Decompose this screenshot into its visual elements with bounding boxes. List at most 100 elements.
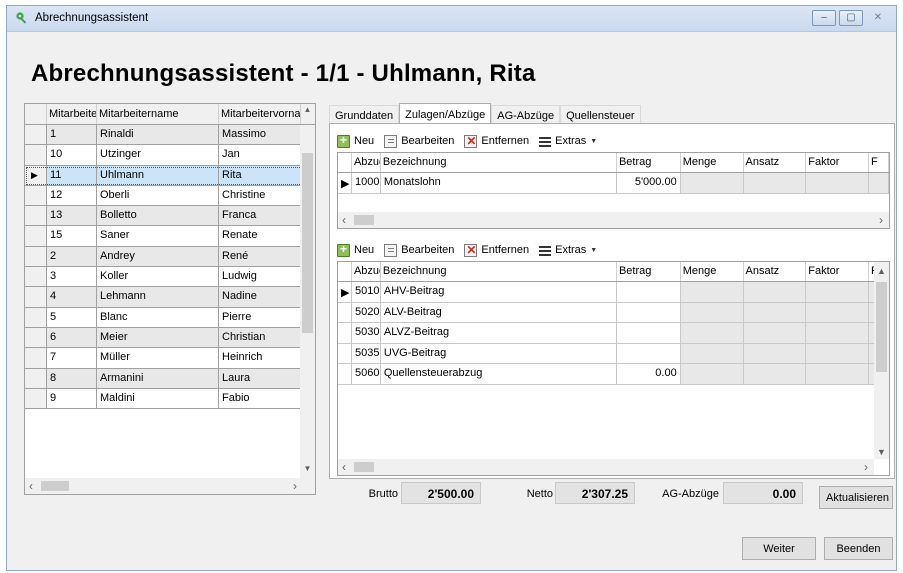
close-button[interactable]: ✕ [866, 10, 890, 26]
edit-button[interactable]: Bearbeiten [384, 243, 455, 257]
brutto-label: Brutto [368, 488, 398, 500]
tab-grunddaten[interactable]: Grunddaten [329, 105, 400, 123]
abzuege-horizontal-scrollbar[interactable]: ‹ › [338, 459, 874, 475]
employee-grid[interactable]: Mitarbeiten Mitarbeitername Mitarbeiterv… [24, 103, 316, 495]
column-header-vorname[interactable]: Mitarbeitervornam [219, 104, 301, 124]
cell-bezeichnung: Monatslohn [381, 173, 617, 193]
table-row[interactable]: 5060 Quellensteuerabzug 0.00 [338, 364, 889, 385]
table-row[interactable]: 5035 UVG-Beitrag [338, 343, 889, 364]
table-row[interactable]: ▶ 5010 AHV-Beitrag [338, 282, 889, 303]
scroll-up-icon[interactable]: ▲ [877, 266, 886, 276]
next-button[interactable]: Weiter [742, 537, 816, 560]
cell-menge [680, 323, 744, 343]
column-header[interactable]: Menge [681, 153, 744, 172]
scroll-thumb[interactable] [354, 215, 374, 225]
table-row[interactable]: 5030 ALVZ-Beitrag [338, 323, 889, 344]
column-header[interactable]: Betrag [617, 262, 681, 281]
cell-vorname: Jan [222, 148, 240, 161]
dropdown-caret-icon: ▼ [590, 246, 598, 254]
column-header[interactable]: F [869, 153, 889, 172]
cell-betrag[interactable]: 0.00 [617, 364, 681, 384]
table-row[interactable]: 1 Rinaldi Massimo [25, 125, 315, 146]
menu-icon [539, 135, 552, 148]
cell-betrag[interactable] [617, 302, 681, 322]
cell-nr: 7 [47, 348, 97, 368]
scroll-down-icon[interactable]: ▼ [300, 464, 315, 478]
tab-zulagen-abzuege[interactable]: Zulagen/Abzüge [399, 103, 492, 123]
cell-betrag[interactable] [617, 282, 681, 302]
table-row[interactable]: 4 Lehmann Nadine [25, 287, 315, 308]
table-row[interactable]: 7 Müller Heinrich [25, 348, 315, 369]
edit-label: Bearbeiten [401, 244, 455, 256]
table-row[interactable]: 10 Utzinger Jan [25, 145, 315, 166]
scroll-right-icon[interactable]: › [864, 460, 868, 474]
column-header[interactable]: Faktor [806, 153, 870, 172]
table-row[interactable]: 15 Saner Renate [25, 226, 315, 247]
cell-ansatz [743, 364, 807, 384]
tab-quellensteuer[interactable]: Quellensteuer [560, 105, 641, 123]
table-row[interactable]: 12 Oberli Christine [25, 185, 315, 207]
extras-menu[interactable]: Extras ▼ [539, 244, 597, 257]
cell-bezeichnung: UVG-Beitrag [381, 343, 617, 363]
employee-horizontal-scrollbar[interactable]: ‹ › [25, 478, 315, 494]
edit-button[interactable]: Bearbeiten [384, 134, 454, 148]
column-header-nr[interactable]: Mitarbeiten [47, 104, 97, 124]
cell-betrag[interactable]: 5'000.00 [617, 173, 681, 193]
table-row[interactable]: 2 Andrey René [25, 246, 315, 268]
new-button[interactable]: Neu [337, 242, 374, 257]
table-row[interactable]: 5 Blanc Pierre [25, 307, 315, 328]
row-indicator [25, 267, 47, 287]
scroll-right-icon[interactable]: › [293, 479, 297, 493]
column-header[interactable]: Ansatz [744, 153, 807, 172]
maximize-button[interactable]: ▢ [839, 10, 863, 26]
tab-ag-abzuege[interactable]: AG-Abzüge [491, 105, 561, 123]
column-header[interactable]: Ansatz [744, 262, 807, 281]
table-row[interactable]: ▶ 11 Uhlmann Rita [25, 165, 315, 186]
finish-button[interactable]: Beenden [824, 537, 893, 560]
abzuege-vertical-scrollbar[interactable]: ▲ ▼ [874, 262, 889, 459]
column-header[interactable]: Menge [681, 262, 744, 281]
cell-name: Oberli [97, 185, 219, 206]
scroll-left-icon[interactable]: ‹ [342, 460, 346, 474]
cell-nr: 15 [47, 226, 97, 246]
table-row[interactable]: 5020 ALV-Beitrag [338, 302, 889, 323]
abzuege-grid[interactable]: AbzugZiBezeichnungBetragMengeAnsatzFakto… [337, 261, 890, 476]
minimize-button[interactable]: – [812, 10, 836, 26]
scroll-left-icon[interactable]: ‹ [29, 479, 33, 493]
zulagen-horizontal-scrollbar[interactable]: ‹ › [338, 212, 889, 228]
abzuege-rows: ▶ 5010 AHV-Beitrag 5020 ALV-Beitrag 5030 ALVZ-… [338, 282, 889, 385]
cell-nr: 5 [47, 307, 97, 327]
scroll-thumb[interactable] [876, 282, 887, 372]
column-header-name[interactable]: Mitarbeitername [97, 104, 219, 124]
cell-betrag[interactable] [617, 323, 681, 343]
remove-button[interactable]: Entfernen [464, 134, 529, 148]
table-row[interactable]: 8 Armanini Laura [25, 368, 315, 389]
new-button[interactable]: Neu [337, 133, 374, 148]
scroll-right-icon[interactable]: › [879, 213, 883, 227]
table-row[interactable]: 13 Bolletto Franca [25, 206, 315, 227]
employee-vertical-scrollbar[interactable]: ▲ ▼ [300, 105, 315, 478]
scroll-thumb[interactable] [302, 153, 313, 333]
scroll-thumb[interactable] [41, 481, 69, 491]
column-header[interactable]: Bezeichnung [381, 153, 617, 172]
extras-menu[interactable]: Extras ▼ [539, 135, 597, 148]
table-row[interactable]: 3 Koller Ludwig [25, 267, 315, 288]
remove-button[interactable]: Entfernen [464, 243, 529, 257]
cell-nr: 4 [47, 287, 97, 307]
table-row[interactable]: 6 Meier Christian [25, 327, 315, 349]
column-header[interactable]: Bezeichnung [381, 262, 617, 281]
scroll-left-icon[interactable]: ‹ [342, 213, 346, 227]
cell-name: Utzinger [97, 145, 219, 165]
column-header[interactable]: AbzugZi [352, 262, 381, 281]
table-row[interactable]: ▶ 1000 Monatslohn 5'000.00 [338, 173, 889, 194]
zulagen-grid[interactable]: AbzugZiBezeichnungBetragMengeAnsatzFakto… [337, 152, 890, 229]
table-row[interactable]: 9 Maldini Fabio [25, 388, 315, 410]
scroll-thumb[interactable] [354, 462, 374, 472]
refresh-button[interactable]: Aktualisieren [819, 486, 893, 509]
column-header[interactable]: AbzugZi [352, 153, 381, 172]
column-header[interactable]: Betrag [617, 153, 681, 172]
scroll-up-icon[interactable]: ▲ [300, 105, 315, 119]
column-header[interactable]: Faktor [806, 262, 870, 281]
cell-betrag[interactable] [617, 343, 681, 363]
scroll-down-icon[interactable]: ▼ [877, 447, 886, 457]
